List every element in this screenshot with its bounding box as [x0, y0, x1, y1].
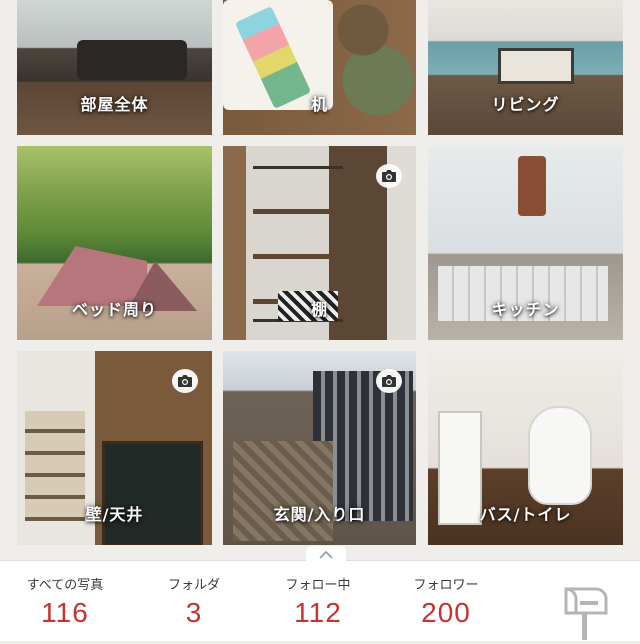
chevron-up-icon[interactable]: [306, 546, 346, 564]
folder-label: バス/トイレ: [479, 505, 572, 524]
folder-label: 机: [310, 95, 328, 114]
stat-label: フォルダ: [167, 578, 220, 593]
folder-tile-shelf[interactable]: 棚: [223, 146, 416, 340]
stat-all-photos[interactable]: すべての写真 116: [5, 574, 125, 629]
folder-label: 玄関/入り口: [273, 505, 366, 524]
folder-label: リビング: [491, 95, 560, 114]
stat-following[interactable]: フォロー中 112: [258, 574, 378, 629]
folder-tile-bath[interactable]: バス/トイレ: [428, 351, 623, 545]
folder-tile-living[interactable]: リビング: [428, 0, 623, 135]
folder-grid: 部屋全体 机 リビング ベッド周り 棚 キッチン 壁/天井 玄関/入り口 バス/…: [0, 0, 640, 560]
folder-label: 部屋全体: [80, 95, 149, 114]
folder-tile-kitchen[interactable]: キッチン: [428, 146, 623, 340]
stat-label: フォロー中: [285, 578, 351, 593]
folder-tile-wall[interactable]: 壁/天井: [17, 351, 212, 545]
stat-value: 116: [41, 597, 89, 628]
stat-value: 112: [294, 597, 342, 628]
folder-tile-desk[interactable]: 机: [223, 0, 416, 135]
folder-label: 壁/天井: [85, 505, 144, 524]
stat-value: 200: [421, 597, 471, 628]
stat-label: すべての写真: [26, 578, 104, 593]
camera-icon: [376, 369, 402, 393]
stat-label: フォロワー: [413, 578, 479, 593]
camera-icon: [376, 164, 402, 188]
mailbox-icon[interactable]: [560, 583, 610, 640]
folder-label: キッチン: [491, 300, 560, 319]
folder-tile-bed[interactable]: ベッド周り: [17, 146, 212, 340]
folder-label: 棚: [310, 300, 328, 319]
stat-followers[interactable]: フォロワー 200: [386, 574, 506, 629]
stat-value: 3: [185, 597, 203, 628]
folder-label: ベッド周り: [71, 300, 157, 319]
camera-icon: [172, 369, 198, 393]
stat-folders[interactable]: フォルダ 3: [134, 574, 254, 629]
folder-tile-room[interactable]: 部屋全体: [17, 0, 212, 135]
folder-tile-entrance[interactable]: 玄関/入り口: [223, 351, 416, 545]
